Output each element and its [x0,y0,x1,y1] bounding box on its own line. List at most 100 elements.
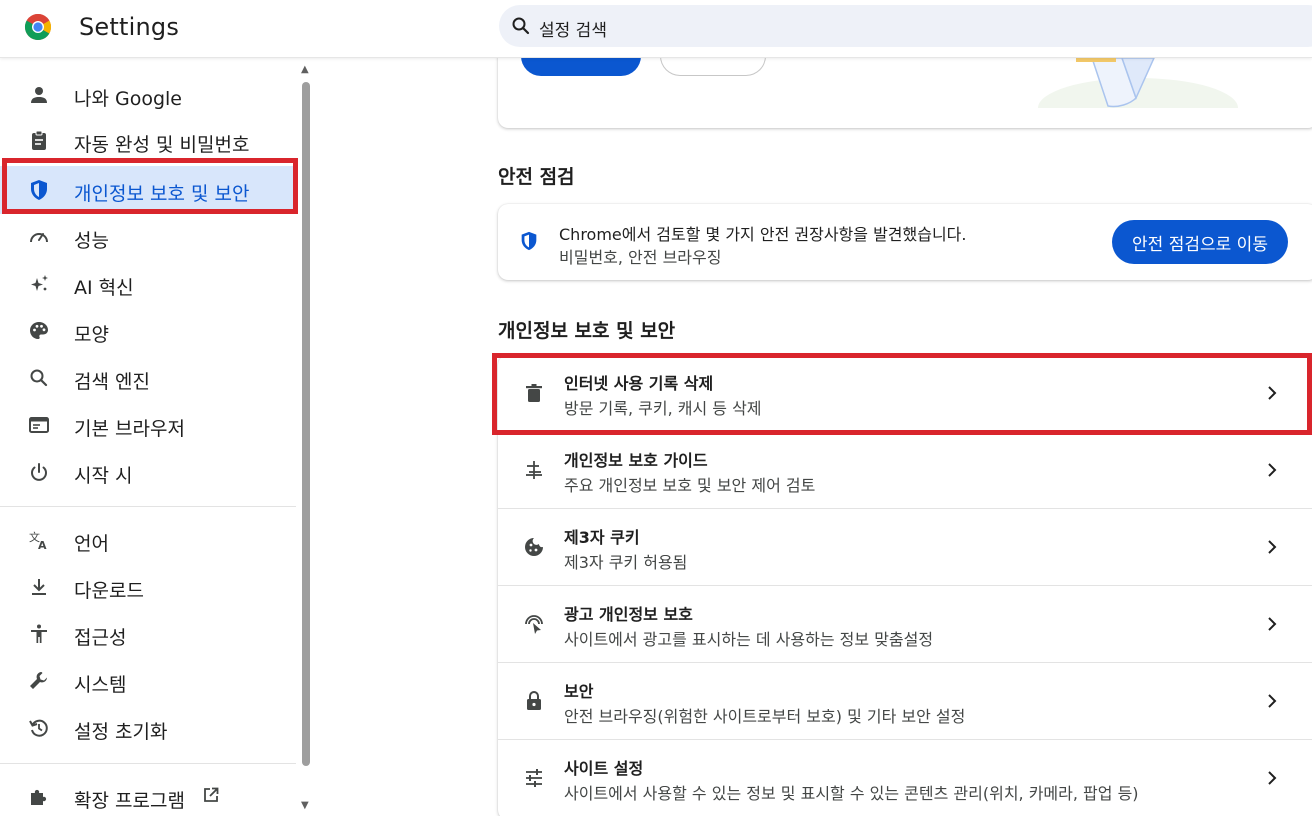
row-title: 사이트 설정 [564,759,644,778]
security-row[interactable]: 보안 안전 브라우징(위험한 사이트로부터 보호) 및 기타 보안 설정 [498,663,1312,740]
row-subtitle: 제3자 쿠키 허용됨 [564,553,688,572]
sidebar-item-label: 성능 [74,230,109,252]
go-to-safety-check-button[interactable]: 안전 점검으로 이동 [1112,220,1288,264]
clipboard-icon [32,130,46,150]
trash-icon [526,384,542,402]
download-icon [32,579,46,595]
search-icon [512,17,530,35]
sidebar-item-performance[interactable]: 성능 [0,214,298,258]
sidebar-item-label: 언어 [74,533,109,555]
reset-icon [29,719,48,737]
row-subtitle: 안전 브라우징(위험한 사이트로부터 보호) 및 기타 보안 설정 [564,707,966,726]
chevron-right-icon [1268,540,1277,554]
sidebar-item-label: 시스템 [74,674,127,696]
person-icon [31,87,47,103]
safety-check-message: Chrome에서 검토할 몇 가지 안전 권장사항을 발견했습니다. [559,225,967,244]
ad-privacy-row[interactable]: 광고 개인정보 보호 사이트에서 광고를 표시하는 데 사용하는 정보 맞춤설정 [498,586,1312,663]
speedometer-icon [30,233,48,243]
privacy-guide-row[interactable]: 개인정보 보호 가이드 주요 개인정보 보호 및 보안 제어 검토 [498,432,1312,509]
sidebar-divider [0,763,296,764]
settings-window: Settings 설정 검색 나와 Google 자동 완성 및 비밀번호 개인… [0,0,1312,816]
sidebar-item-system[interactable]: 시스템 [0,658,298,702]
sidebar-item-on-startup[interactable]: 시작 시 [0,449,298,493]
power-icon [31,463,47,481]
third-party-cookies-row[interactable]: 제3자 쿠키 제3자 쿠키 허용됨 [498,509,1312,586]
main-content: 안전 점검 Chrome에서 검토할 몇 가지 안전 권장사항을 발견했습니다.… [312,38,1312,816]
chevron-right-icon [1268,617,1277,631]
sidebar-item-search-engine[interactable]: 검색 엔진 [0,355,298,399]
scroll-thumb[interactable] [302,82,310,766]
clear-browsing-data-row[interactable]: 인터넷 사용 기록 삭제 방문 기록, 쿠키, 캐시 등 삭제 [498,355,1312,432]
top-bar: Settings 설정 검색 [0,0,1312,58]
scroll-up-arrow-icon[interactable]: ▲ [301,64,309,75]
chrome-logo-icon [24,13,52,41]
chevron-right-icon [1268,463,1277,477]
search-icon [30,369,48,387]
sidebar-item-label: 나와 Google [74,88,183,110]
sparkle-icon [31,275,48,291]
search-input[interactable]: 설정 검색 [499,5,1312,47]
svg-text:A: A [38,539,47,552]
translate-icon: 文 A [29,530,47,552]
search-input-text[interactable]: 설정 검색 [539,16,607,41]
sidebar-divider [0,506,296,507]
row-subtitle: 사이트에서 광고를 표시하는 데 사용하는 정보 맞춤설정 [564,630,934,649]
sidebar-item-label: 기본 브라우저 [74,418,185,440]
chevron-right-icon [1268,386,1277,400]
open-in-new-icon[interactable] [202,786,220,804]
sidebar-item-label: 접근성 [74,627,127,649]
privacy-section-title: 개인정보 보호 및 보안 [498,320,676,342]
scroll-down-arrow-icon[interactable]: ▼ [301,800,309,811]
sidebar-item-default-browser[interactable]: 기본 브라우저 [0,402,298,446]
sidebar-item-label: 자동 완성 및 비밀번호 [74,134,250,156]
row-title: 제3자 쿠키 [564,528,640,547]
sidebar-item-label: 시작 시 [74,465,133,487]
sidebar-item-you-and-google[interactable]: 나와 Google [0,72,298,116]
row-subtitle: 주요 개인정보 보호 및 보안 제어 검토 [564,476,816,495]
sidebar-item-label: 모양 [74,324,109,346]
accessibility-icon [31,624,47,643]
sidebar-item-label: 확장 프로그램 [74,790,185,812]
sidebar-item-label: AI 혁신 [74,277,134,299]
sidebar: 나와 Google 자동 완성 및 비밀번호 개인정보 보호 및 보안 성능 A… [0,58,300,816]
guide-icon [526,461,542,479]
sidebar-item-accessibility[interactable]: 접근성 [0,611,298,655]
sidebar-item-privacy-security[interactable]: 개인정보 보호 및 보안 [0,166,298,214]
shield-icon [521,231,537,251]
wrench-icon [30,672,47,689]
row-title: 개인정보 보호 가이드 [564,451,708,470]
sidebar-item-autofill[interactable]: 자동 완성 및 비밀번호 [0,118,298,162]
row-subtitle: 방문 기록, 쿠키, 캐시 등 삭제 [564,399,762,418]
sidebar-item-reset-settings[interactable]: 설정 초기화 [0,705,298,749]
sidebar-item-label: 개인정보 보호 및 보안 [74,183,250,205]
sliders-icon [526,769,542,787]
chevron-right-icon [1268,771,1277,785]
palette-icon [30,322,48,339]
cookie-icon [525,538,543,556]
sidebar-scrollbar[interactable]: ▲ ▼ [300,62,312,816]
safety-check-section-title: 안전 점검 [498,166,575,188]
ad-privacy-icon [525,615,543,634]
sidebar-item-downloads[interactable]: 다운로드 [0,564,298,608]
lock-icon [527,691,541,710]
sidebar-item-label: 설정 초기화 [74,721,168,743]
puzzle-icon [31,789,47,805]
row-title: 보안 [564,682,594,701]
safety-check-card: Chrome에서 검토할 몇 가지 안전 권장사항을 발견했습니다. 비밀번호,… [498,204,1312,280]
safety-check-detail: 비밀번호, 안전 브라우징 [559,248,722,267]
sidebar-item-extensions[interactable]: 확장 프로그램 [0,774,298,816]
sidebar-item-languages[interactable]: 文 A 언어 [0,517,298,561]
chevron-right-icon [1268,694,1277,708]
browser-icon [29,417,49,433]
row-title: 광고 개인정보 보호 [564,605,693,624]
sidebar-item-label: 다운로드 [74,580,144,602]
page-title: Settings [79,13,180,41]
row-subtitle: 사이트에서 사용할 수 있는 정보 및 표시할 수 있는 콘텐츠 관리(위치, … [564,784,1139,803]
sidebar-item-appearance[interactable]: 모양 [0,308,298,352]
row-title: 인터넷 사용 기록 삭제 [564,374,714,393]
sidebar-item-ai[interactable]: AI 혁신 [0,261,298,305]
sidebar-item-label: 검색 엔진 [74,371,150,393]
shield-icon [31,180,47,200]
privacy-settings-card: 인터넷 사용 기록 삭제 방문 기록, 쿠키, 캐시 등 삭제 개인정보 보호 … [498,355,1312,816]
site-settings-row[interactable]: 사이트 설정 사이트에서 사용할 수 있는 정보 및 표시할 수 있는 콘텐츠 … [498,740,1312,816]
